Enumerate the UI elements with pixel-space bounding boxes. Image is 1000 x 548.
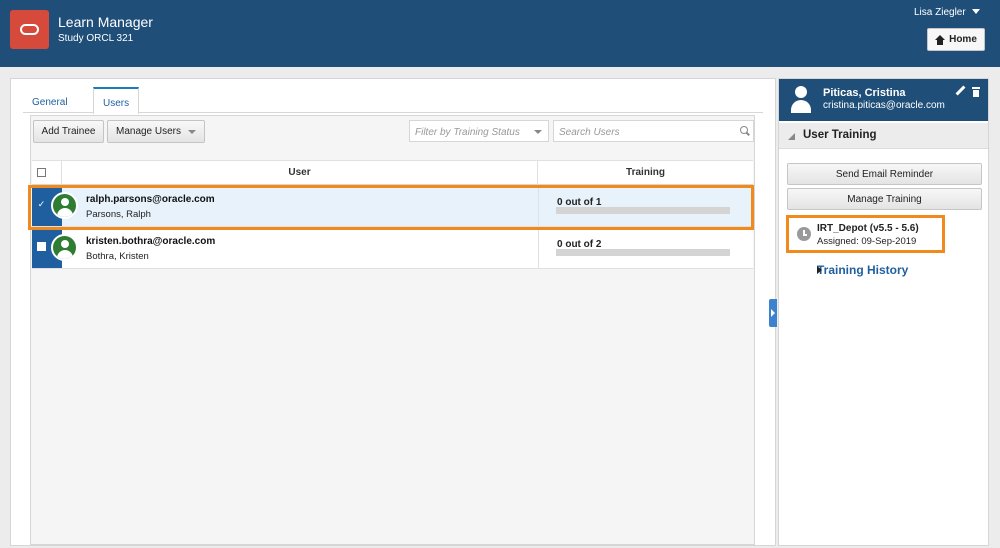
- tab-users[interactable]: Users: [93, 87, 140, 114]
- user-email: kristen.bothra@oracle.com: [86, 236, 216, 247]
- row-checkbox[interactable]: ✓: [37, 200, 46, 209]
- search-users-input[interactable]: Search Users: [553, 120, 754, 142]
- user-fullname: Parsons, Ralph: [86, 209, 151, 220]
- expand-triangle-icon: [817, 266, 822, 274]
- users-table: User Training ✓ ralph.parsons@oracle.com…: [32, 160, 753, 269]
- user-details-panel: Piticas, Cristina cristina.piticas@oracl…: [778, 78, 989, 546]
- table-header: User Training: [32, 160, 753, 185]
- training-progress-bar: [556, 249, 730, 256]
- profile-name: Piticas, Cristina: [823, 87, 906, 99]
- send-email-reminder-button[interactable]: Send Email Reminder: [787, 163, 982, 185]
- user-name: Lisa Ziegler: [914, 7, 966, 18]
- course-item[interactable]: IRT_Depot (v5.5 - 5.6) Assigned: 09-Sep-…: [789, 218, 944, 254]
- user-avatar-icon: [791, 86, 811, 113]
- study-name: Study ORCL 321: [58, 33, 134, 44]
- tab-bar: General Users: [23, 87, 763, 114]
- add-trainee-button[interactable]: Add Trainee: [33, 120, 104, 143]
- user-avatar-icon: [51, 234, 78, 261]
- caret-down-icon: [534, 130, 542, 134]
- home-icon: [935, 34, 946, 45]
- pencil-icon[interactable]: [955, 86, 965, 96]
- send-email-label: Send Email Reminder: [835, 168, 934, 180]
- manage-training-button[interactable]: Manage Training: [787, 188, 982, 210]
- trash-icon[interactable]: [972, 87, 980, 97]
- search-icon[interactable]: [740, 126, 749, 135]
- oracle-logo-icon: [10, 10, 49, 49]
- users-list-area: Add Trainee Manage Users Filter by Train…: [30, 115, 755, 545]
- search-placeholder: Search Users: [559, 127, 620, 138]
- table-row[interactable]: ✓ ralph.parsons@oracle.com Parsons, Ralp…: [32, 185, 753, 227]
- collapse-panel-handle[interactable]: [769, 299, 777, 327]
- caret-down-icon: [188, 129, 197, 134]
- row-checkbox[interactable]: [37, 242, 46, 251]
- home-label: Home: [949, 34, 977, 45]
- training-cell: 0 out of 2: [538, 227, 753, 268]
- training-history-label: Training History: [817, 263, 909, 277]
- training-status-filter[interactable]: Filter by Training Status: [409, 120, 549, 142]
- select-all-checkbox[interactable]: [37, 168, 46, 177]
- table-row[interactable]: kristen.bothra@oracle.com Bothra, Kriste…: [32, 227, 753, 269]
- manage-users-button[interactable]: Manage Users: [107, 120, 205, 143]
- clock-icon: [797, 227, 811, 241]
- add-trainee-label: Add Trainee: [41, 126, 96, 137]
- users-panel: General Users Add Trainee Manage Users F…: [10, 78, 776, 546]
- training-progress-bar: [556, 207, 730, 214]
- filter-placeholder: Filter by Training Status: [415, 127, 520, 138]
- manage-training-label: Manage Training: [847, 193, 922, 205]
- profile-email: cristina.piticas@oracle.com: [823, 100, 945, 111]
- training-history-toggle[interactable]: Training History: [801, 263, 908, 277]
- user-training-section-toggle[interactable]: User Training: [779, 123, 988, 149]
- caret-down-icon: [971, 9, 980, 14]
- user-menu[interactable]: Lisa Ziegler: [914, 7, 980, 18]
- column-header-user[interactable]: User: [62, 161, 538, 185]
- collapse-triangle-icon: [788, 133, 795, 140]
- tab-general[interactable]: General: [25, 93, 75, 112]
- user-fullname: Bothra, Kristen: [86, 251, 149, 262]
- course-name: IRT_Depot (v5.5 - 5.6): [817, 223, 919, 234]
- training-cell: 0 out of 1: [538, 185, 753, 226]
- section-title: User Training: [803, 129, 877, 141]
- home-button[interactable]: Home: [927, 28, 985, 51]
- user-avatar-icon: [51, 192, 78, 219]
- app-title: Learn Manager: [58, 14, 153, 30]
- profile-header: Piticas, Cristina cristina.piticas@oracl…: [779, 79, 988, 121]
- manage-users-label: Manage Users: [115, 126, 182, 137]
- select-all-cell: [32, 161, 62, 185]
- course-assigned-date: Assigned: 09-Sep-2019: [817, 236, 917, 247]
- user-email: ralph.parsons@oracle.com: [86, 194, 215, 205]
- column-header-training[interactable]: Training: [538, 161, 753, 185]
- app-header: Learn Manager Study ORCL 321 Lisa Ziegle…: [0, 0, 1000, 67]
